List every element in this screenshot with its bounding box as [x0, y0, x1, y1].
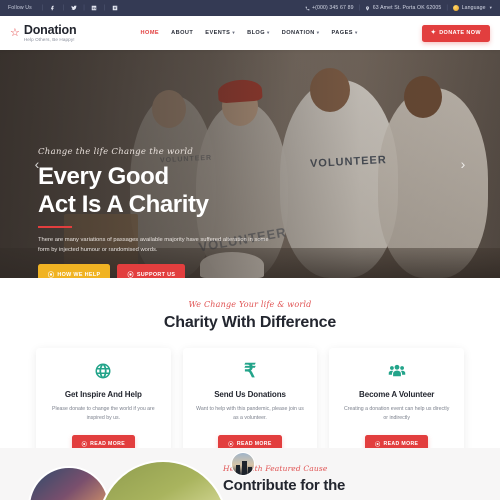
hero-content: Change the life Change the world Every G… — [38, 147, 288, 278]
nav-label: PAGES — [331, 30, 353, 36]
button-label: READ MORE — [383, 441, 419, 448]
top-bar: Follow Us | | | | +(000) 345 67 89 | 63 … — [0, 0, 500, 16]
rupee-glyph: ₹ — [243, 360, 257, 382]
donate-now-button[interactable]: ✦ DONATE NOW — [421, 24, 490, 42]
nav-label: BLOG — [247, 30, 266, 36]
phone-info[interactable]: +(000) 345 67 89 — [305, 5, 354, 11]
section-subtitle: We Change Your life & world — [188, 300, 312, 309]
chevron-down-icon: ▾ — [267, 30, 270, 35]
section-title: Charity With Difference — [163, 314, 337, 331]
nav-item-about[interactable]: ABOUT — [165, 30, 199, 36]
chevron-down-icon: ▾ — [232, 30, 236, 35]
how-we-help-button[interactable]: ⦿ HOW WE HELP — [38, 264, 111, 278]
cause-photo-field — [98, 460, 228, 500]
cause-thumbnail — [231, 452, 255, 476]
chevron-down-icon: ▾ — [316, 30, 320, 35]
phone-icon — [305, 6, 309, 10]
star-icon: ☆ — [10, 26, 20, 39]
nav-label: DONATION — [281, 30, 315, 36]
nav-item-pages[interactable]: PAGES ▾ — [326, 30, 364, 36]
building-shape — [236, 465, 240, 475]
hero-next-arrow[interactable]: › — [456, 157, 470, 171]
support-us-button[interactable]: ⦿ SUPPORT US — [117, 264, 186, 278]
building-shape — [242, 461, 247, 475]
hero-description: There are many variations of passages av… — [38, 237, 269, 254]
heart-icon: ✦ — [430, 30, 437, 36]
divider: | — [83, 5, 85, 11]
feature-cards: Get Inspire And Help Please donate to ch… — [0, 332, 500, 467]
card-description: Please donate to change the world if you… — [52, 406, 155, 421]
nav-label: ABOUT — [171, 30, 194, 36]
hero-title: Every Good Act Is A Charity — [38, 163, 288, 219]
facebook-icon[interactable] — [49, 4, 58, 13]
hero-title-line-2: Act Is A Charity — [38, 190, 209, 218]
divider: | — [103, 5, 106, 11]
nav-item-home[interactable]: HOME — [135, 30, 166, 36]
language-selector[interactable]: Language ▾ — [453, 5, 492, 11]
card-description: Want to help with this pandemic, please … — [196, 406, 304, 421]
card-title: Become A Volunteer — [359, 390, 435, 399]
nav-label: EVENTS — [205, 30, 231, 36]
features-section: We Change Your life & world Charity With… — [0, 278, 500, 467]
cause-image-group — [0, 448, 228, 500]
brand-name: Donation — [23, 22, 77, 37]
top-bar-social-group: Follow Us | | | | — [8, 4, 120, 13]
nav-item-donation[interactable]: DONATION ▾ — [276, 30, 326, 36]
instagram-icon[interactable] — [111, 4, 120, 13]
building-shape — [248, 467, 252, 475]
check-circle-icon: ⦿ — [228, 441, 234, 448]
check-circle-icon: ⦿ — [48, 273, 55, 278]
site-header: ☆ Donation Help Others, Be Happy! HOME A… — [0, 16, 500, 50]
button-label: READ MORE — [90, 441, 126, 448]
featured-cause-section: Help With Featured Cause Contribute for … — [0, 448, 500, 500]
globe-icon — [46, 361, 161, 381]
location-pin-icon — [366, 5, 370, 11]
nav-item-events[interactable]: EVENTS ▾ — [199, 30, 241, 36]
brand-tagline: Help Others, Be Happy! — [23, 37, 75, 43]
divider: | — [446, 5, 449, 11]
hero-subtitle: Change the life Change the world — [38, 147, 194, 157]
cause-photo-children — [28, 466, 110, 500]
section-heading: We Change Your life & world Charity With… — [0, 300, 500, 332]
nav-label: HOME — [140, 30, 160, 36]
language-label: Language — [461, 5, 486, 11]
address-info[interactable]: 63 Amet St. Porta OK 62005 — [365, 5, 441, 11]
hero-prev-arrow[interactable]: ‹ — [30, 157, 44, 171]
follow-us-label: Follow Us — [8, 5, 32, 11]
check-circle-icon: ⦿ — [81, 441, 88, 448]
hero-slider: VOLUNTEER VOLUNTEER VOLUNTEER ‹ › Change… — [0, 50, 500, 278]
twitter-icon[interactable] — [69, 4, 78, 13]
card-description: Creating a donation event can help us di… — [344, 406, 450, 421]
users-group-icon — [339, 361, 454, 381]
button-label: HOW WE HELP — [57, 271, 101, 278]
phone-number: +(000) 345 67 89 — [312, 5, 354, 11]
brand-text-block: Donation Help Others, Be Happy! — [23, 22, 77, 43]
divider: | — [358, 5, 361, 11]
hero-button-group: ⦿ HOW WE HELP ⦿ SUPPORT US — [38, 264, 288, 278]
check-circle-icon: ⦿ — [127, 273, 134, 278]
button-label: READ MORE — [236, 441, 272, 448]
card-title: Get Inspire And Help — [64, 390, 142, 399]
chevron-down-icon: ▾ — [354, 30, 358, 35]
nav-item-blog[interactable]: BLOG ▾ — [241, 30, 276, 36]
hero-divider — [38, 225, 72, 229]
card-title: Send Us Donations — [214, 390, 286, 399]
chevron-down-icon: ▾ — [489, 5, 492, 10]
check-circle-icon: ⦿ — [374, 441, 381, 448]
page-root: Follow Us | | | | +(000) 345 67 89 | 63 … — [0, 0, 500, 500]
address-text: 63 Amet St. Porta OK 62005 — [372, 5, 442, 11]
main-navigation: HOME ABOUT EVENTS ▾ BLOG ▾ DONATION ▾ PA… — [135, 30, 364, 36]
divider: | — [62, 5, 65, 11]
button-label: SUPPORT US — [136, 271, 176, 278]
divider: | — [41, 5, 44, 11]
donate-button-label: DONATE NOW — [439, 30, 481, 36]
rupee-icon: ₹ — [193, 361, 308, 381]
brand-logo[interactable]: ☆ Donation Help Others, Be Happy! — [10, 22, 77, 43]
top-bar-info-group: +(000) 345 67 89 | 63 Amet St. Porta OK … — [305, 5, 493, 11]
globe-icon — [453, 5, 460, 11]
cause-title: Contribute for the — [223, 477, 346, 494]
linkedin-icon[interactable] — [90, 4, 99, 13]
hero-title-line-1: Every Good — [38, 163, 169, 190]
